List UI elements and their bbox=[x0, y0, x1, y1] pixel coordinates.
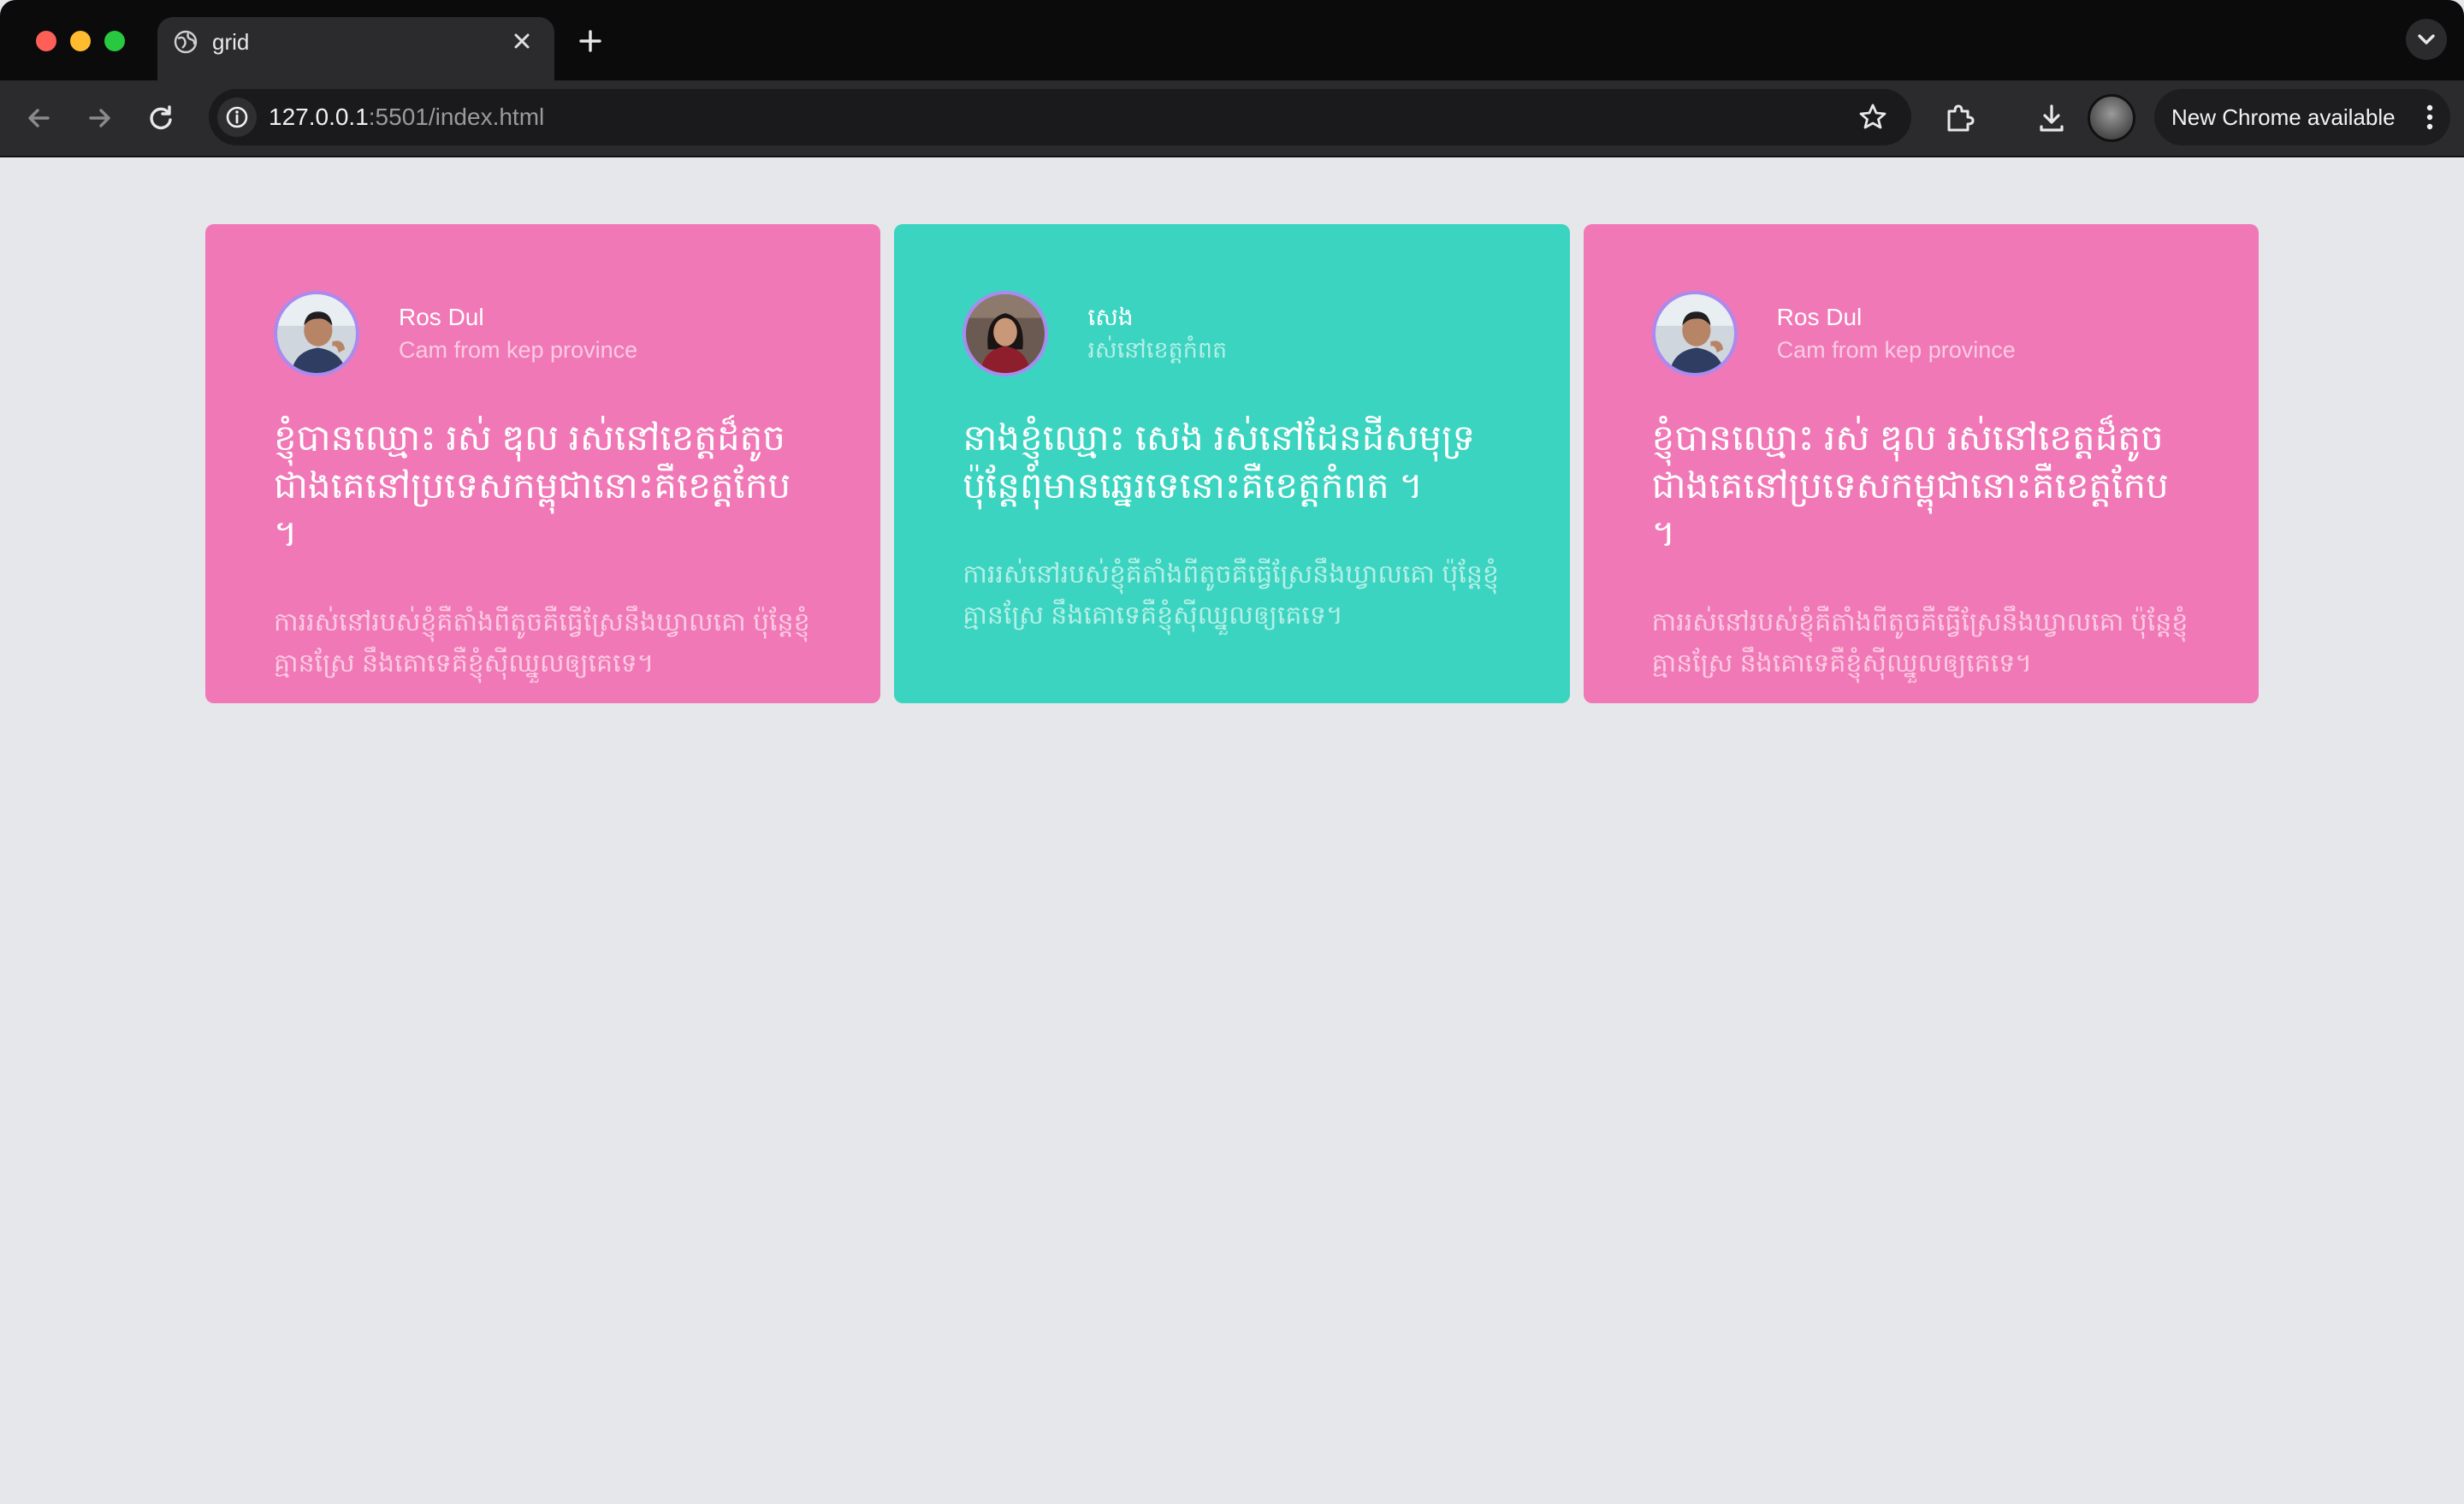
url-path: :5501/index.html bbox=[368, 104, 545, 130]
person-name: Ros Dul bbox=[1776, 304, 1863, 330]
card-title: ខ្ញុំបានឈ្មោះ រស់ ឌុល រស់នៅខេត្តដ៏តូចជាង… bbox=[1651, 417, 2169, 554]
card-header: សេង រស់នៅខេត្តកំពត bbox=[962, 291, 1501, 376]
globe-icon bbox=[173, 29, 198, 55]
maximize-window-button[interactable] bbox=[104, 31, 125, 51]
person-name: Ros Dul bbox=[399, 304, 484, 330]
testimonial-grid: Ros Dul Cam from kep province ខ្ញុំបានឈ្… bbox=[205, 224, 2259, 703]
arrow-left-icon[interactable] bbox=[19, 98, 60, 139]
reload-icon[interactable] bbox=[140, 98, 181, 139]
info-icon[interactable] bbox=[217, 98, 257, 137]
plus-icon[interactable] bbox=[573, 24, 607, 58]
address-bar[interactable]: 127.0.0.1:5501/index.html bbox=[209, 89, 1911, 145]
avatar bbox=[274, 291, 359, 376]
browser-toolbar: 127.0.0.1:5501/index.html New Chrome ava… bbox=[0, 80, 2464, 157]
avatar bbox=[962, 291, 1049, 376]
card-body: ការរស់នៅរបស់ខ្ញុំគឺតាំងពីតូចគឺធ្វើស្រែនឹ… bbox=[274, 608, 810, 678]
kebab-menu-icon[interactable] bbox=[2421, 99, 2438, 135]
person-name: សេង bbox=[1087, 304, 1134, 330]
card-body: ការរស់នៅរបស់ខ្ញុំគឺតាំងពីតូចគឺធ្វើស្រែនឹ… bbox=[962, 560, 1499, 630]
chrome-update-label: New Chrome available bbox=[2171, 104, 2396, 130]
chevron-down-icon[interactable] bbox=[2406, 19, 2447, 60]
download-icon[interactable] bbox=[2031, 98, 2072, 139]
testimonial-card: Ros Dul Cam from kep province ខ្ញុំបានឈ្… bbox=[1583, 224, 2259, 703]
person-subtitle: Cam from kep province bbox=[1776, 337, 2016, 363]
page-content: Ros Dul Cam from kep province ខ្ញុំបានឈ្… bbox=[0, 157, 2464, 1504]
minimize-window-button[interactable] bbox=[70, 31, 91, 51]
card-title: នាងខ្ញុំឈ្មោះ សេង រស់នៅដែនដីសមុទ្រ ប៉ុន្… bbox=[962, 417, 1476, 506]
person-subtitle: រស់នៅខេត្តកំពត bbox=[1087, 337, 1228, 363]
person-subtitle: Cam from kep province bbox=[399, 337, 638, 363]
tab-strip: grid bbox=[0, 0, 2464, 80]
tab-title: grid bbox=[212, 29, 250, 55]
card-header: Ros Dul Cam from kep province bbox=[274, 291, 812, 376]
testimonial-card: Ros Dul Cam from kep province ខ្ញុំបានឈ្… bbox=[205, 224, 881, 703]
card-title: ខ្ញុំបានឈ្មោះ រស់ ឌុល រស់នៅខេត្តដ៏តូចជាង… bbox=[274, 417, 791, 554]
url-text[interactable]: 127.0.0.1:5501/index.html bbox=[269, 101, 544, 133]
testimonial-card: សេង រស់នៅខេត្តកំពត នាងខ្ញុំឈ្មោះ សេង រស់… bbox=[894, 224, 1570, 703]
browser-window: grid 127.0.0.1:5501/index.html New Chrom… bbox=[0, 0, 2464, 1504]
avatar bbox=[1651, 291, 1738, 376]
url-host: 127.0.0.1 bbox=[269, 104, 369, 130]
card-body: ការរស់នៅរបស់ខ្ញុំគឺតាំងពីតូចគឺធ្វើស្រែនឹ… bbox=[1651, 608, 2189, 678]
browser-tab[interactable]: grid bbox=[157, 17, 554, 80]
close-icon[interactable] bbox=[506, 26, 537, 56]
chrome-update-button[interactable]: New Chrome available bbox=[2154, 89, 2450, 145]
card-header: Ros Dul Cam from kep province bbox=[1651, 291, 2190, 376]
close-window-button[interactable] bbox=[36, 31, 56, 51]
star-icon[interactable] bbox=[1855, 99, 1891, 135]
arrow-right-icon[interactable] bbox=[79, 98, 120, 139]
puzzle-icon[interactable] bbox=[1939, 98, 1980, 139]
profile-avatar[interactable] bbox=[2088, 94, 2135, 142]
